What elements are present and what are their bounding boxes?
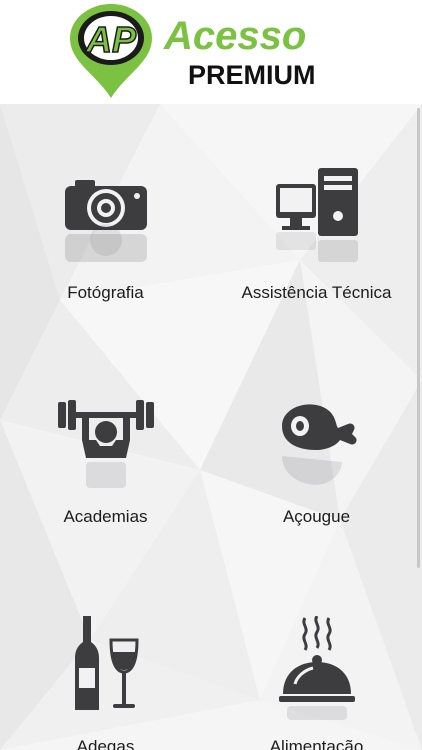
category-label: Assistência Técnica	[241, 283, 392, 302]
computer-icon	[275, 168, 358, 262]
category-acougue[interactable]: Açougue	[211, 400, 422, 530]
category-label: Academias	[63, 507, 148, 526]
brand-logo: AP Acesso PREMIUM	[66, 2, 356, 102]
category-label: Adegas	[76, 737, 135, 750]
svg-text:AP: AP	[85, 19, 137, 60]
food-cloche-icon	[278, 616, 355, 720]
category-academias[interactable]: Academias	[0, 400, 211, 530]
category-grid: Fotógrafia Assistência Técnica Academias…	[0, 104, 422, 750]
category-fotografia[interactable]: Fotógrafia	[0, 176, 211, 306]
category-label: Alimentação	[269, 737, 364, 750]
app-header: AP Acesso PREMIUM	[0, 0, 422, 104]
category-assistencia-tecnica[interactable]: Assistência Técnica	[211, 166, 422, 306]
meat-icon	[281, 404, 357, 485]
scrollbar[interactable]	[417, 108, 420, 568]
weightlifter-icon	[57, 400, 154, 488]
category-adegas[interactable]: Adegas	[0, 616, 211, 750]
wine-icon	[74, 616, 139, 710]
camera-icon	[64, 180, 147, 262]
brand-subtitle: PREMIUM	[188, 60, 316, 90]
brand-title: Acesso	[164, 14, 307, 58]
category-label: Açougue	[282, 507, 351, 526]
map-pin-logo-icon: AP	[70, 4, 152, 98]
category-alimentacao[interactable]: Alimentação	[211, 616, 422, 750]
category-label: Fotógrafia	[67, 283, 144, 302]
